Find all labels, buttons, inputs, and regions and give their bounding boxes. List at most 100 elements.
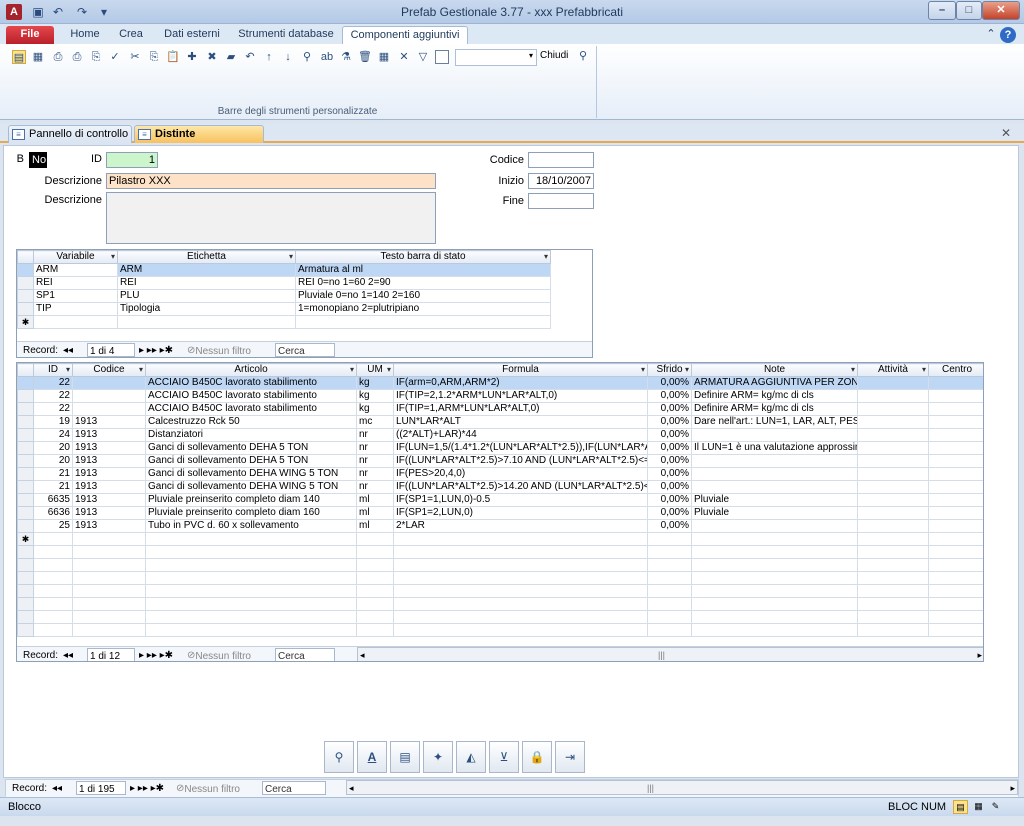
save-record-icon[interactable]: ▰ (224, 50, 238, 64)
row-selector[interactable] (17, 428, 34, 442)
table-cell[interactable] (393, 532, 648, 546)
table-cell[interactable] (857, 376, 929, 390)
new-record-row[interactable]: ✱ (17, 315, 551, 329)
table-cell[interactable]: nr (356, 467, 394, 481)
table-cell[interactable]: 2*LAR (393, 519, 648, 533)
table-row[interactable]: 22 ACCIAIO B450C lavorato stabilimento kg I… (17, 376, 983, 390)
record-position[interactable]: 1 di 12 (87, 648, 135, 661)
items-horizontal-scrollbar[interactable]: ◂ ||| ▸ (357, 647, 983, 661)
table-cell[interactable]: 0,00% (647, 389, 692, 403)
table-cell[interactable]: mc (356, 415, 394, 429)
table-cell[interactable]: IF(TIP=2,1.2*ARM*LUN*LAR*ALT,0) (393, 389, 648, 403)
next-record-icon[interactable]: ▸ ▸▸ ▸✱ (139, 648, 173, 661)
select-all-header[interactable] (17, 250, 34, 264)
table-cell[interactable] (691, 532, 858, 546)
table-row[interactable]: 24 1913 Distanziatori nr ((2*ALT)+LAR)*44 0,0… (17, 428, 983, 442)
table-cell[interactable]: PLU (117, 289, 296, 303)
table-cell[interactable] (691, 467, 858, 481)
spelling-icon[interactable]: ✓ (108, 50, 122, 64)
col-variabile[interactable]: Variabile ▾ (33, 250, 118, 264)
table-cell[interactable]: 6636 (33, 506, 73, 520)
exit-button[interactable]: ⇥ (555, 741, 585, 773)
edit-button[interactable]: ◭ (456, 741, 486, 773)
table-cell[interactable]: 1=monopiano 2=plutripiano (295, 302, 551, 316)
table-cell[interactable] (857, 493, 929, 507)
filter-indicator[interactable]: ⊘ Nessun filtro (176, 781, 240, 796)
id-field[interactable]: 1 (106, 152, 158, 168)
row-selector[interactable] (17, 302, 34, 316)
col-sfrido[interactable]: Sfrido ▾ (647, 363, 692, 377)
filter-icon[interactable]: ▽ (416, 50, 430, 64)
descrizione-field[interactable]: Pilastro XXX (106, 173, 436, 189)
row-selector[interactable] (17, 289, 34, 303)
report-button[interactable]: ▤ (390, 741, 420, 773)
tab-home[interactable]: Home (62, 26, 108, 44)
table-cell[interactable]: ml (356, 519, 394, 533)
row-selector[interactable] (17, 506, 34, 520)
table-cell[interactable] (691, 519, 858, 533)
descrizione2-field[interactable] (106, 192, 436, 244)
table-cell[interactable]: Pluviale preinserito completo diam 140 (145, 493, 357, 507)
col-centro[interactable]: Centro (928, 363, 983, 377)
table-cell[interactable]: 1913 (72, 454, 146, 468)
table-cell[interactable]: TIP (33, 302, 118, 316)
col-note[interactable]: Note ▾ (691, 363, 858, 377)
search-box[interactable]: Cerca (262, 781, 326, 795)
close-x-icon[interactable]: ✕ (397, 50, 411, 64)
search-box[interactable]: Cerca (275, 648, 335, 661)
search-box[interactable]: Cerca (275, 343, 335, 357)
table-cell[interactable] (72, 376, 146, 390)
lock-button[interactable]: 🔒 (522, 741, 552, 773)
chiudi-button[interactable]: Chiudi (540, 50, 568, 61)
table-cell[interactable]: REI 0=no 1=60 2=90 (295, 276, 551, 290)
table-cell[interactable]: Tipologia (117, 302, 296, 316)
row-selector[interactable] (17, 480, 34, 494)
table-cell[interactable]: Ganci di sollevamento DEHA WING 5 TON (145, 467, 357, 481)
table-cell[interactable] (72, 532, 146, 546)
table-row[interactable]: SP1 PLU Pluviale 0=no 1=140 2=160 (17, 289, 551, 303)
table-cell[interactable] (691, 428, 858, 442)
col-etichetta[interactable]: Etichetta ▾ (117, 250, 296, 264)
table-cell[interactable] (145, 532, 357, 546)
table-cell[interactable]: 20 (33, 441, 73, 455)
row-selector[interactable] (17, 276, 34, 290)
table-cell[interactable]: ARM (117, 263, 296, 277)
table-cell[interactable] (857, 467, 929, 481)
fine-field[interactable] (528, 193, 594, 209)
row-selector[interactable] (17, 467, 34, 481)
codice-field[interactable] (528, 152, 594, 168)
table-cell[interactable] (33, 532, 73, 546)
table-cell[interactable]: 0,00% (647, 441, 692, 455)
next-record-icon[interactable]: ▸ ▸▸ ▸✱ (139, 343, 173, 357)
table-cell[interactable]: 22 (33, 376, 73, 390)
tab-pannello-di-controllo[interactable]: ≡ Pannello di controllo (8, 125, 132, 143)
table-row[interactable]: 25 1913 Tubo in PVC d. 60 x sollevamento ml… (17, 519, 983, 533)
table-cell[interactable]: Definire ARM= kg/mc di cls (691, 402, 858, 416)
table-row[interactable]: ARM ARM Armatura al ml (17, 263, 551, 277)
table-cell[interactable]: IF((LUN*LAR*ALT*2.5)>7.10 AND (LUN*LAR*A… (393, 454, 648, 468)
table-cell[interactable]: 0,00% (647, 454, 692, 468)
table-cell[interactable] (33, 315, 118, 329)
tab-distinte-parametriche[interactable]: ≡Distinte parametriche (134, 125, 264, 157)
copy-icon[interactable]: ⎘ (147, 50, 161, 64)
row-selector[interactable] (17, 402, 34, 416)
table-cell[interactable]: 6635 (33, 493, 73, 507)
table-cell[interactable]: 0,00% (647, 467, 692, 481)
table-cell[interactable]: 1913 (72, 480, 146, 494)
design-view-switch-icon[interactable]: ✎ (988, 800, 1003, 814)
table-cell[interactable]: Ganci di sollevamento DEHA 5 TON (145, 441, 357, 455)
col-formula[interactable]: Formula ▾ (393, 363, 648, 377)
find-binoculars-button[interactable]: ⚲ (324, 741, 354, 773)
table-cell[interactable] (647, 532, 692, 546)
table-cell[interactable]: 24 (33, 428, 73, 442)
form-view-switch-icon[interactable]: ▤ (953, 800, 968, 814)
table-cell[interactable]: Ganci di sollevamento DEHA WING 5 TON (145, 480, 357, 494)
col-testo-barra-di-stato[interactable]: Testo barra di stato ▾ (295, 250, 551, 264)
first-record-icon[interactable]: ◂◂ (52, 781, 62, 796)
table-cell[interactable]: Pluviale 0=no 1=140 2=160 (295, 289, 551, 303)
table-cell[interactable]: 0,00% (647, 376, 692, 390)
table-cell[interactable] (928, 506, 983, 520)
record-position[interactable]: 1 di 4 (87, 343, 135, 357)
table-cell[interactable] (857, 441, 929, 455)
table-cell[interactable]: Pluviale preinserito completo diam 160 (145, 506, 357, 520)
